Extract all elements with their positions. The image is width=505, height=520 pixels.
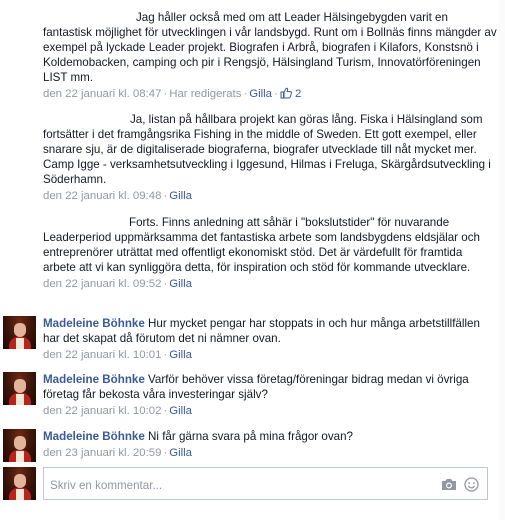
camera-icon[interactable] — [441, 478, 457, 491]
comment-timestamp[interactable]: den 23 januari kl. 20:59 — [43, 447, 161, 459]
like-button[interactable]: Gilla — [169, 278, 192, 290]
comment-author[interactable]: Madeleine Böhnke — [43, 430, 145, 443]
comment-text: Jag håller också med om att Leader Hälsi… — [43, 11, 497, 84]
scrollbar[interactable] — [499, 0, 505, 520]
like-button[interactable]: Gilla — [169, 349, 192, 361]
comment-meta: den 22 januari kl. 10:01 · Gilla — [43, 349, 193, 361]
comment-timestamp[interactable]: den 22 januari kl. 10:01 — [43, 349, 161, 361]
comment-text: Madeleine Böhnke Ni får gärna svara på m… — [43, 430, 353, 443]
avatar[interactable] — [3, 429, 36, 462]
comment-text: Madeleine Böhnke Varför behöver vissa fö… — [43, 373, 469, 401]
comment-meta: den 22 januari kl. 09:48 · Gilla — [43, 190, 193, 202]
avatar[interactable] — [3, 372, 36, 405]
edited-label[interactable]: Har redigerats — [169, 88, 241, 100]
comment-meta: den 23 januari kl. 20:59 · Gilla — [43, 447, 193, 459]
comment-composer — [43, 467, 488, 500]
comment-text: Forts. Finns anledning att såhär i "boks… — [43, 216, 480, 274]
like-button[interactable]: Gilla — [169, 405, 192, 417]
comment-meta: den 22 januari kl. 10:02 · Gilla — [43, 405, 193, 417]
comment-author[interactable]: Madeleine Böhnke — [43, 317, 145, 330]
comment-timestamp[interactable]: den 22 januari kl. 08:47 — [43, 88, 161, 100]
avatar[interactable] — [3, 316, 36, 349]
like-button[interactable]: Gilla — [169, 447, 192, 459]
like-count: 2 — [294, 88, 302, 100]
comment-text: Madeleine Böhnke Hur mycket pengar har s… — [43, 317, 480, 345]
like-button[interactable]: Gilla — [249, 88, 272, 100]
composer-avatar[interactable] — [3, 467, 36, 500]
comment-timestamp[interactable]: den 22 januari kl. 09:52 — [43, 278, 161, 290]
comment-meta: den 22 januari kl. 08:47 · Har redigerats ·… — [43, 87, 302, 100]
comment-meta: den 22 januari kl. 09:52 · Gilla — [43, 278, 193, 290]
thumbs-up-icon — [280, 87, 292, 99]
smiley-icon[interactable] — [464, 477, 479, 492]
comment-author[interactable]: Madeleine Böhnke — [43, 373, 145, 386]
comment-timestamp[interactable]: den 22 januari kl. 09:48 — [43, 190, 161, 202]
like-button[interactable]: Gilla — [169, 190, 192, 202]
like-count-link[interactable]: 2 — [280, 87, 302, 100]
comment-timestamp[interactable]: den 22 januari kl. 10:02 — [43, 405, 161, 417]
comment-input[interactable] — [48, 475, 432, 495]
comment-text: Ja, listan på hållbara projekt kan göras… — [43, 113, 491, 186]
